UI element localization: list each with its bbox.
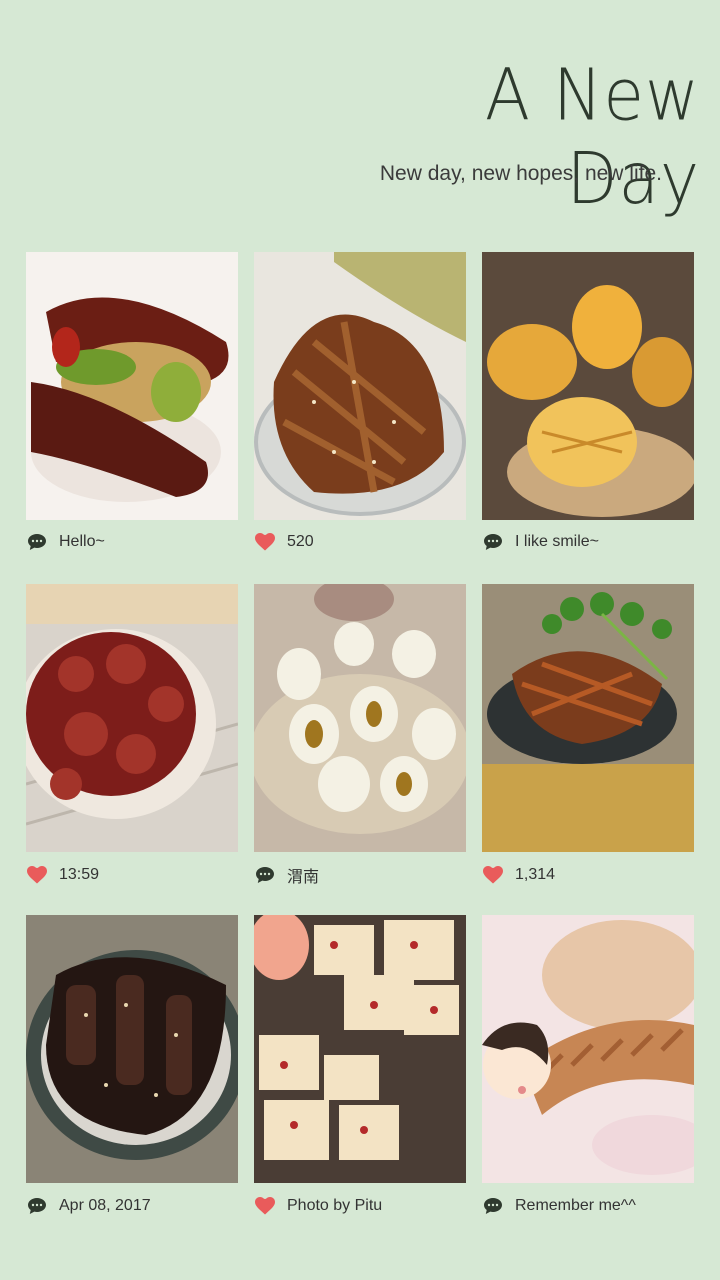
caption-5: 渭南	[254, 862, 319, 888]
heart-icon[interactable]	[482, 865, 504, 885]
caption-text: I like smile~	[515, 533, 600, 550]
caption-text: Apr 08, 2017	[59, 1197, 151, 1214]
photo-pastries[interactable]	[482, 252, 694, 520]
heart-icon[interactable]	[254, 532, 276, 552]
page-subtitle: New day, new hopes, new life.	[379, 162, 662, 185]
heart-icon[interactable]	[26, 865, 48, 885]
caption-text: 渭南	[287, 869, 320, 886]
caption-8: Photo by Pitu	[254, 1193, 382, 1219]
caption-text: Photo by Pitu	[287, 1197, 383, 1214]
photo-dates-walnuts[interactable]	[26, 252, 238, 520]
photo-white-dumplings[interactable]	[254, 584, 466, 852]
caption-text: 13:59	[59, 866, 100, 883]
photo-shredded-squid[interactable]	[482, 584, 694, 852]
heart-icon[interactable]	[254, 1196, 276, 1216]
caption-3: I like smile~	[482, 529, 599, 555]
photo-sesame-beef[interactable]	[26, 915, 238, 1183]
caption-4: 13:59	[26, 862, 99, 888]
caption-text: Remember me^^	[515, 1197, 636, 1214]
comment-icon[interactable]	[26, 532, 48, 552]
comment-icon[interactable]	[254, 865, 276, 885]
comment-icon[interactable]	[482, 532, 504, 552]
caption-text: 1,314	[515, 866, 556, 883]
comment-icon[interactable]	[482, 1196, 504, 1216]
caption-9: Remember me^^	[482, 1193, 636, 1219]
photo-sweet-sour-pork[interactable]	[26, 584, 238, 852]
caption-7: Apr 08, 2017	[26, 1193, 151, 1219]
photo-fried-fish[interactable]	[254, 252, 466, 520]
caption-1: Hello~	[26, 529, 105, 555]
caption-2: 520	[254, 529, 314, 555]
caption-6: 1,314	[482, 862, 555, 888]
page-title: A New Day	[484, 53, 700, 221]
caption-text: 520	[287, 533, 314, 550]
photo-fried-dough-twists[interactable]	[482, 915, 694, 1183]
caption-text: Hello~	[59, 533, 105, 550]
comment-icon[interactable]	[26, 1196, 48, 1216]
photo-nougat-squares[interactable]	[254, 915, 466, 1183]
